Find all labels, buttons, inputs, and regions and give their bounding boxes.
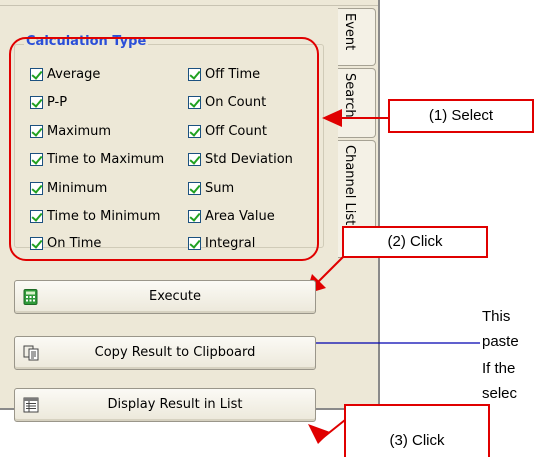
checkbox-label: Integral [205, 235, 256, 251]
note-copy-line1: This [482, 308, 511, 325]
checkbox-integral[interactable]: Integral [188, 234, 255, 252]
execute-button[interactable]: Execute [14, 280, 316, 314]
arrow-click3-head [308, 424, 330, 444]
checkbox-label: Average [47, 66, 101, 82]
tab-channel-list-label: Channel List [342, 145, 357, 226]
checkbox-on-count[interactable]: On Count [188, 93, 266, 111]
checkbox-on-time[interactable]: On Time [30, 234, 101, 252]
checkbox-checked-icon[interactable] [188, 124, 201, 138]
checkbox-checked-icon[interactable] [188, 236, 201, 250]
checkbox-average[interactable]: Average [30, 65, 100, 83]
annotation-click2: (2) Click [342, 226, 488, 258]
checkbox-label: Off Count [205, 123, 267, 139]
tab-search[interactable]: Search [338, 68, 376, 138]
checkbox-label: Time to Minimum [47, 208, 161, 224]
checkbox-std-deviation[interactable]: Std Deviation [188, 150, 293, 168]
checkbox-label: Std Deviation [205, 151, 293, 167]
tab-event-label: Event [342, 13, 357, 51]
checkbox-label: On Count [205, 94, 267, 110]
checkbox-checked-icon[interactable] [188, 95, 201, 109]
note-display-line2: selec [482, 385, 518, 402]
note-copy-line2: paste [482, 333, 519, 350]
checkbox-checked-icon[interactable] [188, 152, 201, 166]
tab-event[interactable]: Event [338, 8, 376, 66]
copy-result-button-label: Copy Result to Clipboard [94, 345, 256, 360]
checkbox-checked-icon[interactable] [30, 236, 43, 250]
checkbox-checked-icon[interactable] [188, 209, 201, 223]
display-result-button-label: Display Result in List [107, 397, 243, 412]
note-display-line1: If the [482, 360, 516, 377]
checkbox-off-count[interactable]: Off Count [188, 122, 267, 140]
annotation-click3: (3) Click [344, 404, 490, 457]
calculator-icon [23, 289, 38, 305]
checkbox-label: Off Time [205, 66, 261, 82]
panel-right-border [378, 0, 380, 410]
checkbox-checked-icon[interactable] [30, 152, 43, 166]
checkbox-area-value[interactable]: Area Value [188, 207, 275, 225]
checkbox-checked-icon[interactable] [30, 95, 43, 109]
checkbox-minimum[interactable]: Minimum [30, 179, 107, 197]
clipboard-icon [23, 345, 39, 361]
checkbox-label: Minimum [47, 180, 108, 196]
checkbox-sum[interactable]: Sum [188, 179, 234, 197]
checkbox-p-p[interactable]: P-P [30, 93, 67, 111]
checkbox-label: P-P [47, 94, 68, 110]
checkbox-checked-icon[interactable] [188, 67, 201, 81]
checkbox-label: Maximum [47, 123, 112, 139]
checkbox-checked-icon[interactable] [30, 181, 43, 195]
checkbox-maximum[interactable]: Maximum [30, 122, 111, 140]
copy-result-button[interactable]: Copy Result to Clipboard [14, 336, 316, 370]
checkbox-label: On Time [47, 235, 102, 251]
panel-top-edge [0, 0, 380, 6]
arrow-click3-line [319, 419, 346, 441]
annotation-select: (1) Select [388, 99, 534, 133]
list-icon [23, 397, 39, 413]
checkbox-checked-icon[interactable] [30, 209, 43, 223]
checkbox-off-time[interactable]: Off Time [188, 65, 260, 83]
checkbox-label: Sum [205, 180, 235, 196]
execute-button-label: Execute [149, 289, 201, 304]
display-result-button[interactable]: Display Result in List [14, 388, 316, 422]
group-title: Calculation Type [24, 34, 149, 50]
checkbox-label: Area Value [205, 208, 275, 224]
checkbox-checked-icon[interactable] [188, 181, 201, 195]
tab-search-label: Search [342, 73, 357, 118]
checkbox-time-to-maximum[interactable]: Time to Maximum [30, 150, 164, 168]
checkbox-checked-icon[interactable] [30, 67, 43, 81]
checkbox-time-to-minimum[interactable]: Time to Minimum [30, 207, 160, 225]
checkbox-checked-icon[interactable] [30, 124, 43, 138]
checkbox-label: Time to Maximum [47, 151, 165, 167]
